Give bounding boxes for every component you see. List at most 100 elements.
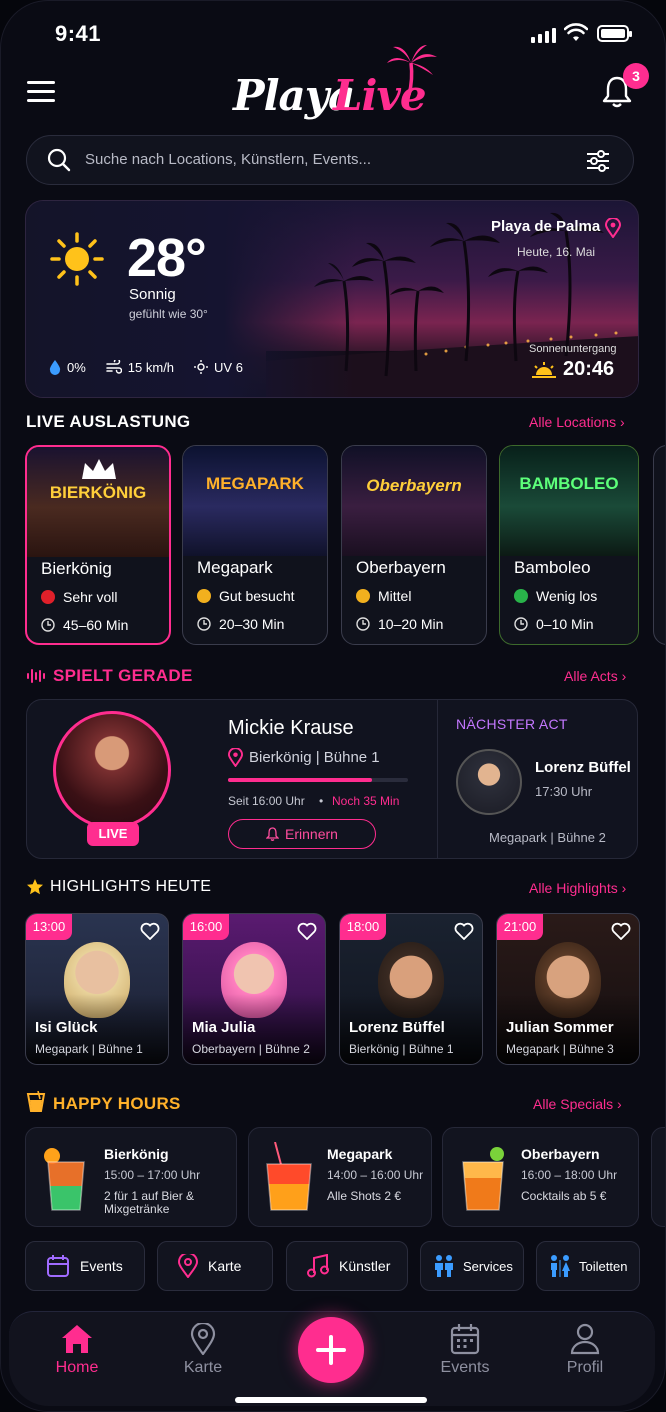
weather-date: Heute, 16. Mai [517, 245, 596, 259]
highlight-artist: Isi Glück [35, 1019, 98, 1036]
highlight-venue: Megapark | Bühne 3 [506, 1042, 614, 1056]
location-pin-icon [228, 748, 243, 767]
filter-icon[interactable] [585, 148, 611, 174]
happy-hour-time: 15:00 – 17:00 Uhr [104, 1168, 201, 1182]
highlight-time: 21:00 [497, 914, 543, 940]
venue-card-bamboleo[interactable]: BAMBOLEO Bamboleo Wenig los 0–10 Min [499, 445, 639, 645]
heart-icon[interactable] [454, 922, 474, 940]
venue-level: Mittel [356, 588, 411, 604]
venue-card-peek[interactable] [653, 445, 665, 645]
venue-wait-time: 45–60 Min [63, 617, 129, 633]
sunset-time: 20:46 [563, 358, 615, 380]
nav-home-label[interactable]: Home [56, 1359, 99, 1376]
nav-events-label[interactable]: Events [441, 1359, 490, 1376]
highlight-venue: Bierkönig | Bühne 1 [349, 1042, 454, 1056]
quicklink-services[interactable]: Services [420, 1241, 524, 1291]
all-highlights-link[interactable]: Alle Highlights › [529, 880, 626, 896]
quicklink-toiletten[interactable]: Toiletten [536, 1241, 640, 1291]
playing-title: SPIELT GERADE [53, 666, 193, 685]
happy-hour-card[interactable]: Bierkönig 15:00 – 17:00 Uhr 2 für 1 auf … [25, 1127, 237, 1227]
happy-hours-title: HAPPY HOURS [53, 1094, 181, 1113]
highlight-venue: Oberbayern | Bühne 2 [192, 1042, 310, 1056]
happy-hour-card[interactable]: Megapark 14:00 – 16:00 Uhr Alle Shots 2 … [248, 1127, 432, 1227]
highlight-card[interactable]: 21:00 Julian Sommer Megapark | Bühne 3 [496, 913, 640, 1065]
artist-avatar [53, 711, 171, 829]
quicklink-karte[interactable]: Karte [157, 1241, 273, 1291]
wifi-icon [564, 23, 588, 41]
wind-value: 15 km/h [127, 359, 175, 375]
highlight-card[interactable]: 16:00 Mia Julia Oberbayern | Bühne 2 [182, 913, 326, 1065]
set-remaining-time: Noch 35 Min [332, 794, 400, 808]
happy-hour-venue: Bierkönig [104, 1146, 169, 1162]
sun-icon [50, 232, 104, 286]
remind-button[interactable]: Erinnern [228, 819, 376, 849]
heart-icon[interactable] [297, 922, 317, 940]
status-dot-yellow [356, 589, 370, 603]
set-start-time: Seit 16:00 Uhr [228, 794, 305, 808]
nav-profile[interactable]: Profil [545, 1323, 625, 1377]
venue-level: Sehr voll [41, 589, 117, 605]
happy-hour-deal: 2 für 1 auf Bier & Mixgetränke [104, 1189, 195, 1216]
venue-level: Wenig los [514, 588, 597, 604]
set-progress-bar [228, 778, 408, 782]
remind-label[interactable]: Erinnern [285, 826, 338, 842]
weather-location: Playa de Palma [491, 218, 601, 235]
venue-card-oberbayern[interactable]: Oberbayern Oberbayern Mittel 10–20 Min [341, 445, 487, 645]
nav-map-label[interactable]: Karte [184, 1359, 222, 1376]
add-button[interactable] [298, 1317, 364, 1383]
wind-stat: 15 km/h [106, 360, 174, 375]
happy-hour-venue: Megapark [327, 1146, 393, 1162]
nav-home[interactable]: Home [37, 1323, 117, 1377]
all-locations-label[interactable]: Alle Locations [529, 414, 616, 430]
highlight-time: 13:00 [26, 914, 72, 940]
home-indicator [235, 1397, 427, 1403]
venue-card-megapark[interactable]: MEGAPARK Megapark Gut besucht 20–30 Min [182, 445, 328, 645]
artist-name: Mickie Krause [228, 717, 354, 739]
venue-level-label: Sehr voll [63, 589, 118, 605]
venue-image [183, 446, 327, 556]
nav-profile-label[interactable]: Profil [567, 1359, 603, 1376]
venue-wait: 45–60 Min [41, 617, 128, 633]
heart-icon[interactable] [140, 922, 160, 940]
quicklink-label[interactable]: Toiletten [579, 1259, 627, 1274]
happy-hour-card-peek[interactable] [651, 1127, 665, 1227]
quicklink-events[interactable]: Events [25, 1241, 145, 1291]
rain-value: 0% [67, 359, 86, 375]
cellular-signal-icon [531, 27, 556, 43]
search-bar[interactable]: Suche nach Locations, Künstlern, Events.… [26, 135, 634, 185]
highlights-title: HIGHLIGHTS HEUTE [50, 878, 212, 895]
wind-icon [106, 360, 122, 374]
nav-events[interactable]: Events [425, 1323, 505, 1377]
highlight-card[interactable]: 13:00 Isi Glück Megapark | Bühne 1 [25, 913, 169, 1065]
status-time: 9:41 [55, 21, 102, 46]
quicklink-kuenstler[interactable]: Künstler [286, 1241, 408, 1291]
quicklink-label[interactable]: Services [463, 1259, 513, 1274]
all-acts-link[interactable]: Alle Acts › [564, 668, 626, 684]
cocktail-image [462, 1147, 504, 1211]
heart-icon[interactable] [611, 922, 631, 940]
quicklink-label[interactable]: Karte [208, 1258, 241, 1274]
all-locations-link[interactable]: Alle Locations › [529, 414, 625, 430]
all-acts-label[interactable]: Alle Acts [564, 668, 618, 684]
search-placeholder[interactable]: Suche nach Locations, Künstlern, Events.… [85, 151, 371, 168]
venue-wait-time: 20–30 Min [219, 616, 285, 632]
uv-sun-icon [194, 360, 209, 374]
cocktail-icon [26, 1091, 46, 1112]
all-specials-link[interactable]: Alle Specials › [533, 1096, 622, 1112]
venue-wait-time: 0–10 Min [536, 616, 594, 632]
uv-value: UV 6 [214, 359, 243, 375]
venue-name: Bamboleo [514, 558, 591, 577]
quicklink-label[interactable]: Events [80, 1258, 123, 1274]
venue-sign: BIERKÖNIG [49, 483, 147, 502]
venue-name: Oberbayern [356, 558, 446, 577]
menu-button[interactable] [27, 79, 55, 105]
venue-name: Megapark [197, 558, 273, 577]
all-highlights-label[interactable]: Alle Highlights [529, 880, 618, 896]
nav-map[interactable]: Karte [163, 1323, 243, 1377]
happy-hour-card[interactable]: Oberbayern 16:00 – 18:00 Uhr Cocktails a… [442, 1127, 639, 1227]
highlight-card[interactable]: 18:00 Lorenz Büffel Bierkönig | Bühne 1 [339, 913, 483, 1065]
all-specials-label[interactable]: Alle Specials [533, 1096, 613, 1112]
calendar-icon [450, 1324, 480, 1355]
venue-card-bierkoenig[interactable]: BIERKÖNIG Bierkönig Sehr voll 45–60 Min [25, 445, 171, 645]
quicklink-label[interactable]: Künstler [339, 1258, 390, 1274]
